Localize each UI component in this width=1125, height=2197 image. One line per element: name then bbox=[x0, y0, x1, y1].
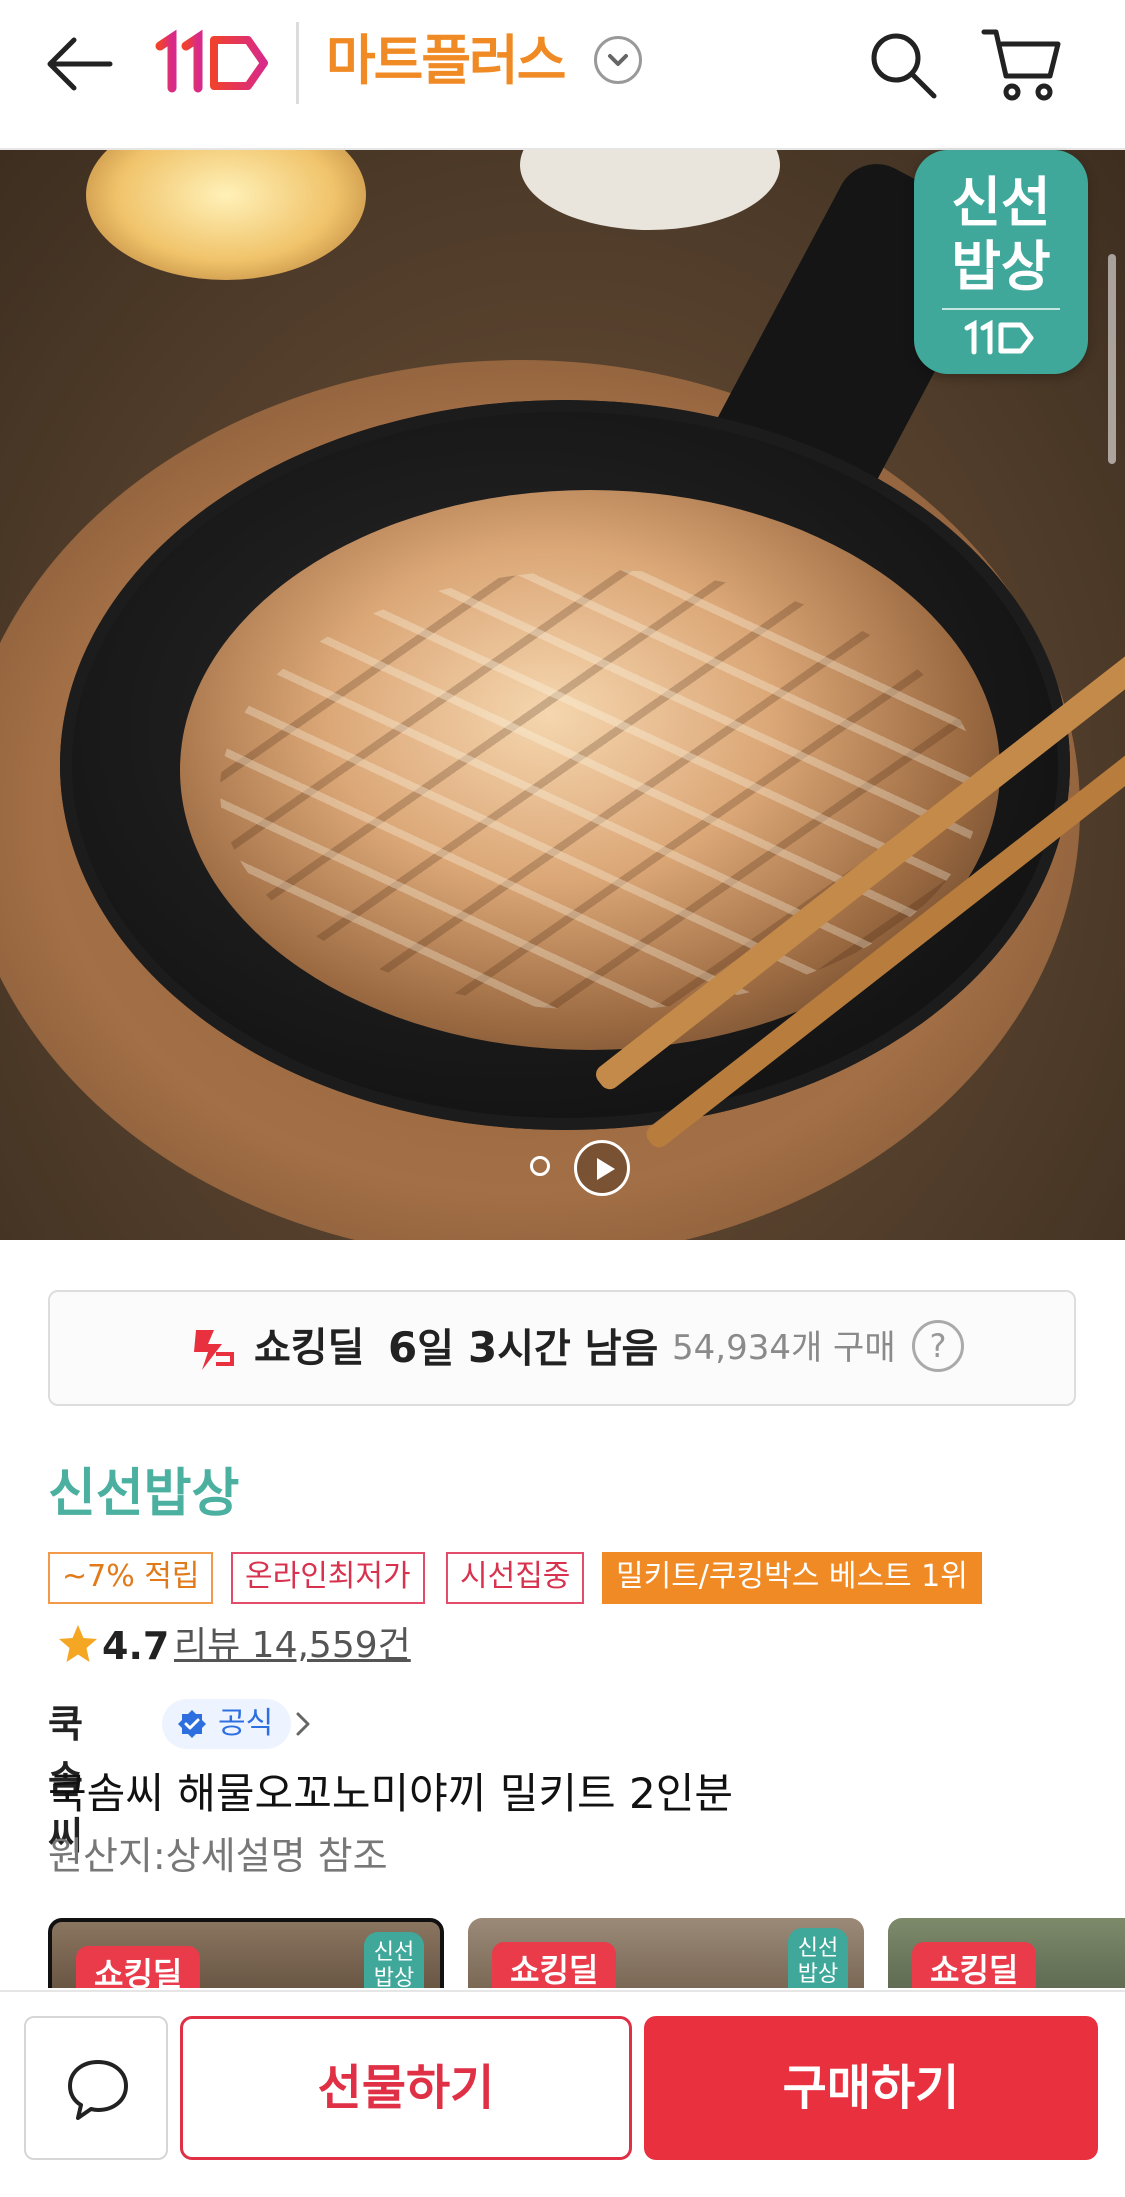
chevron-down-icon[interactable] bbox=[594, 36, 642, 84]
review-count-link[interactable]: 리뷰 14,559건 bbox=[174, 1618, 411, 1674]
option-thumbnail-strip[interactable]: 쇼킹딜 신선 밥상 쇼킹딜 신선 밥상 쇼킹딜 bbox=[48, 1918, 1125, 1988]
thumbnail-option-1[interactable]: 쇼킹딜 신선 밥상 bbox=[48, 1918, 444, 1988]
brand-title[interactable]: 신선밥상 bbox=[48, 1462, 239, 1526]
badge-line2: 밥상 bbox=[951, 235, 1051, 298]
tag-reward: ~7% 적립 bbox=[48, 1552, 214, 1604]
thumbnail-option-3[interactable]: 쇼킹딜 bbox=[888, 1918, 1125, 1988]
cart-icon[interactable] bbox=[980, 24, 1064, 104]
tag-lowest-price: 온라인최저가 bbox=[231, 1552, 425, 1604]
verified-check-icon bbox=[178, 1710, 206, 1738]
origin-info: 원산지:상세설명 참조 bbox=[48, 1834, 388, 1878]
buy-button[interactable]: 구매하기 bbox=[644, 2016, 1098, 2160]
gift-button[interactable]: 선물하기 bbox=[180, 2016, 632, 2160]
shocking-deal-icon bbox=[186, 1324, 236, 1374]
thumbnail-deal-label: 쇼킹딜 bbox=[492, 1942, 617, 1988]
deal-remaining-time: 6일 3시간 남음 bbox=[388, 1323, 659, 1372]
badge-divider bbox=[942, 308, 1060, 310]
thumbnail-deal-label: 쇼킹딜 bbox=[912, 1942, 1037, 1988]
back-arrow-icon[interactable] bbox=[40, 32, 116, 96]
eleven-street-logo[interactable] bbox=[152, 28, 272, 98]
product-title: 쿡솜씨 해물오꼬노미야끼 밀키트 2인분 bbox=[48, 1769, 734, 1818]
mart-plus-title[interactable]: 마트플러스 bbox=[326, 26, 566, 96]
chat-button[interactable] bbox=[24, 2016, 168, 2160]
badge-line1: 신선 bbox=[951, 171, 1051, 234]
thumbnail-fresh-badge: 신선 밥상 bbox=[364, 1932, 424, 1988]
tag-trending: 시선집중 bbox=[446, 1552, 585, 1604]
badge-logo bbox=[914, 318, 1088, 369]
shocking-deal-box: 쇼킹딜 6일 3시간 남음 54,934개 구매 ? bbox=[48, 1290, 1076, 1406]
bottom-action-bar: 선물하기 구매하기 bbox=[0, 1990, 1125, 2197]
official-label: 공식 bbox=[218, 1706, 274, 1741]
sauce-bowl bbox=[86, 150, 366, 280]
tag-best-rank[interactable]: 밀키트/쿠킹박스 베스트 1위 bbox=[602, 1552, 982, 1604]
purchase-count: 54,934개 구매 bbox=[672, 1328, 896, 1368]
header-divider bbox=[296, 22, 299, 104]
official-badge: 공식 bbox=[162, 1699, 292, 1749]
chat-bubble-icon bbox=[68, 2060, 128, 2120]
carousel-dot[interactable] bbox=[530, 1156, 550, 1176]
play-video-button[interactable] bbox=[574, 1140, 630, 1196]
page-scrollbar[interactable] bbox=[1108, 254, 1116, 464]
star-icon bbox=[56, 1622, 100, 1666]
top-header: 마트플러스 bbox=[0, 0, 1125, 150]
thumbnail-fresh-badge: 신선 밥상 bbox=[788, 1928, 848, 1988]
search-icon[interactable] bbox=[866, 28, 940, 102]
shocking-deal-label: 쇼킹딜 bbox=[254, 1325, 365, 1371]
side-dish bbox=[520, 150, 780, 230]
thumbnail-deal-label: 쇼킹딜 bbox=[76, 1946, 201, 1988]
chevron-right-icon[interactable] bbox=[294, 1710, 312, 1738]
fresh-table-badge: 신선 밥상 bbox=[914, 150, 1088, 374]
help-icon[interactable]: ? bbox=[912, 1320, 964, 1372]
thumbnail-option-2[interactable]: 쇼킹딜 신선 밥상 bbox=[468, 1918, 864, 1988]
rating-value: 4.7 bbox=[102, 1624, 170, 1668]
mayo-sauce-drizzle bbox=[220, 570, 980, 1010]
